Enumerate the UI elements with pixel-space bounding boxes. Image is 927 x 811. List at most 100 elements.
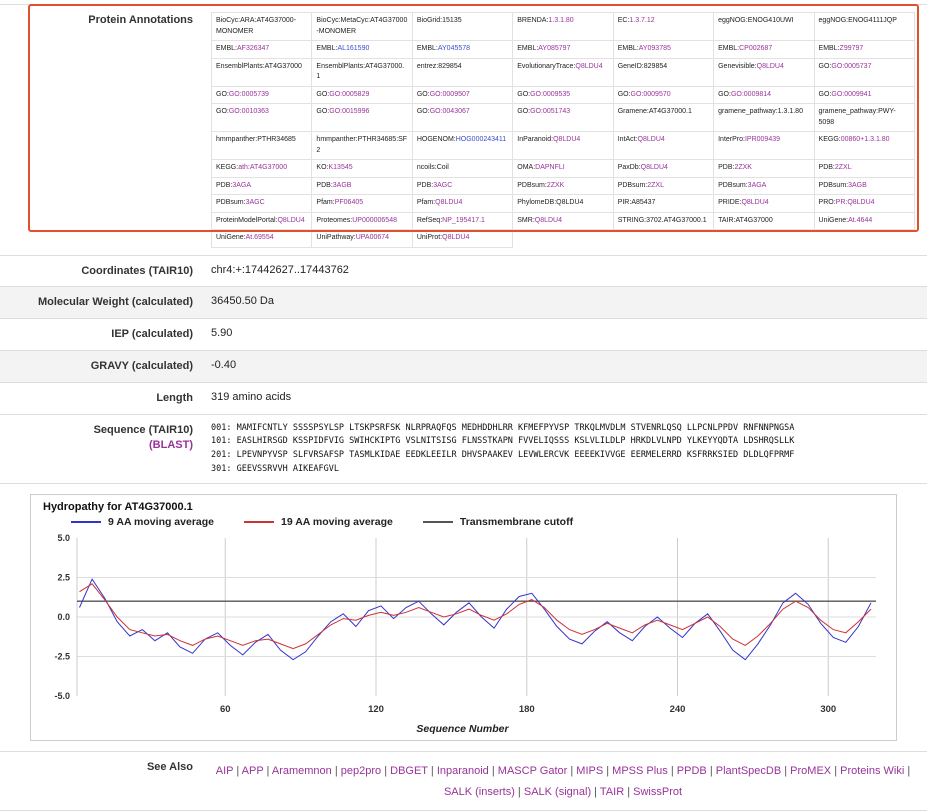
annotation-cell: PIR:A85437 <box>613 195 713 213</box>
annotation-row: BioCyc:ARA:AT4G37000-MONOMERBioCyc:MetaC… <box>212 13 915 41</box>
annotation-link[interactable]: 2ZXL <box>835 164 852 171</box>
annotation-link[interactable]: 3AGA <box>748 182 767 189</box>
annotation-cell: KEGG:ath:AT4G37000 <box>212 160 312 178</box>
annotation-link[interactable]: GO:0005739 <box>229 91 269 98</box>
annotation-link[interactable]: Q8LDU4 <box>641 164 668 171</box>
annotation-cell: BioGrid:15135 <box>412 13 512 41</box>
annotation-link[interactable]: Q8LDU4 <box>435 199 462 206</box>
see-also-link[interactable]: PlantSpecDB <box>716 765 781 777</box>
annotation-text: ENOG4111JQP <box>848 17 897 24</box>
annotation-link[interactable]: DAPNFLI <box>535 164 565 171</box>
legend-item-cutoff: Transmembrane cutoff <box>423 516 573 528</box>
annotation-link[interactable]: 3AGC <box>433 182 452 189</box>
annotation-link[interactable]: 00860+1.3.1.80 <box>841 136 890 143</box>
annotation-link[interactable]: 1.3.1.80 <box>548 17 573 24</box>
annotation-cell: EMBL:AY085797 <box>513 41 613 59</box>
annotation-link[interactable]: At.69554 <box>246 234 274 241</box>
annotation-db-name: KEGG: <box>819 136 841 143</box>
see-also-link[interactable]: SALK (inserts) <box>444 786 515 798</box>
annotation-link[interactable]: GO:0009941 <box>831 91 871 98</box>
see-also-link[interactable]: PPDB <box>677 765 707 777</box>
link-separator: | <box>263 765 271 777</box>
see-also-link[interactable]: TAIR <box>600 786 624 798</box>
annotation-link[interactable]: Z99797 <box>840 45 864 52</box>
see-also-link[interactable]: Inparanoid <box>437 765 489 777</box>
see-also-link[interactable]: MIPS <box>576 765 603 777</box>
annotation-link[interactable]: GO:0009814 <box>731 91 771 98</box>
annotation-link[interactable]: Q8LDU4 <box>277 217 304 224</box>
annotation-link[interactable]: CP002687 <box>739 45 772 52</box>
link-separator: | <box>668 765 677 777</box>
see-also-link[interactable]: ProMEX <box>790 765 831 777</box>
annotation-link[interactable]: 1.3.7.12 <box>629 17 654 24</box>
annotation-db-name: GO: <box>316 108 329 115</box>
annotation-link[interactable]: AF326347 <box>237 45 269 52</box>
annotation-link[interactable]: UP000006548 <box>352 217 397 224</box>
annotation-cell: UniGene:At.69554 <box>212 230 312 248</box>
y-tick-label: -2.5 <box>54 652 70 662</box>
see-also-link[interactable]: MASCP Gator <box>498 765 568 777</box>
annotation-link[interactable]: 3AGA <box>232 182 251 189</box>
annotation-link[interactable]: AY093785 <box>639 45 671 52</box>
annotation-link[interactable]: PF06405 <box>335 199 363 206</box>
annotation-link[interactable]: HOG000243411 <box>456 136 506 143</box>
annotation-db-name: STRING: <box>618 217 646 224</box>
annotation-link[interactable]: Q8LDU4 <box>757 63 784 70</box>
annotation-link[interactable]: PR:Q8LDU4 <box>836 199 875 206</box>
annotation-link[interactable]: At.4644 <box>848 217 872 224</box>
annotation-cell: GO:GO:0009570 <box>613 86 713 104</box>
annotation-link[interactable]: GO:0043067 <box>430 108 470 115</box>
annotation-link[interactable]: 3AGB <box>848 182 867 189</box>
annotation-link[interactable]: GO:0009507 <box>430 91 470 98</box>
annotation-link[interactable]: GO:0010363 <box>229 108 269 115</box>
protein-annotations-value: BioCyc:ARA:AT4G37000-MONOMERBioCyc:MetaC… <box>207 5 927 255</box>
see-also-link[interactable]: AIP <box>216 765 234 777</box>
annotation-cell: Genevisible:Q8LDU4 <box>714 58 814 86</box>
annotation-db-name: BRENDA: <box>517 17 548 24</box>
annotation-link[interactable]: Q8LDU4 <box>553 136 580 143</box>
blast-link[interactable]: (BLAST) <box>4 438 193 453</box>
annotation-link[interactable]: 3AGB <box>333 182 352 189</box>
annotation-link[interactable]: Q8LDU4 <box>535 217 562 224</box>
annotation-link[interactable]: GO:0005737 <box>831 63 871 70</box>
x-tick-label: 240 <box>670 704 686 715</box>
annotation-link[interactable]: 2ZXK <box>547 182 565 189</box>
annotation-link[interactable]: NP_195417.1 <box>442 217 485 224</box>
annotation-link[interactable]: GO:0005829 <box>329 91 369 98</box>
annotation-link[interactable]: Q8LDU4 <box>638 136 665 143</box>
annotation-cell: GO:GO:0043067 <box>412 104 512 132</box>
annotation-link[interactable]: Q8LDU4 <box>575 63 602 70</box>
annotation-link[interactable]: 2ZXL <box>647 182 664 189</box>
annotation-link[interactable]: GO:0015996 <box>329 108 369 115</box>
see-also-link[interactable]: DBGET <box>390 765 428 777</box>
see-also-link[interactable]: MPSS Plus <box>612 765 668 777</box>
annotation-row: GO:GO:0005739GO:GO:0005829GO:GO:0009507G… <box>212 86 915 104</box>
see-also-link[interactable]: pep2pro <box>341 765 381 777</box>
annotation-link[interactable]: 2ZXK <box>734 164 752 171</box>
molecular-weight-row: Molecular Weight (calculated) 36450.50 D… <box>0 286 927 318</box>
series-9aa-line <box>80 579 872 660</box>
annotation-link[interactable]: UPA00674 <box>356 234 389 241</box>
see-also-link[interactable]: SALK (signal) <box>524 786 591 798</box>
annotation-link[interactable]: 3AGC <box>246 199 265 206</box>
annotation-link[interactable]: Q8LDU4 <box>442 234 469 241</box>
annotation-link[interactable]: GO:0009535 <box>530 91 570 98</box>
see-also-link[interactable]: APP <box>242 765 264 777</box>
see-also-link[interactable]: Proteins Wiki <box>840 765 904 777</box>
annotation-link[interactable]: GO:0009570 <box>631 91 671 98</box>
annotation-link[interactable]: IPR009439 <box>745 136 780 143</box>
see-also-link[interactable]: SwissProt <box>633 786 682 798</box>
annotation-link[interactable]: AL161590 <box>337 45 369 52</box>
see-also-link[interactable]: Aramemnon <box>272 765 332 777</box>
annotation-link[interactable]: ath:AT4G37000 <box>238 164 287 171</box>
annotation-cell: IntAct:Q8LDU4 <box>613 132 713 160</box>
annotation-link[interactable]: GO:0051743 <box>530 108 570 115</box>
annotation-cell: gramene_pathway:PWY-5098 <box>814 104 914 132</box>
annotation-link[interactable]: AY045578 <box>438 45 470 52</box>
annotation-link[interactable]: Q8LDU4 <box>741 199 768 206</box>
annotation-link[interactable]: AY085797 <box>538 45 570 52</box>
iep-label: IEP (calculated) <box>0 319 207 350</box>
annotation-link[interactable]: K13545 <box>328 164 352 171</box>
link-separator: | <box>603 765 612 777</box>
annotation-cell: EnsemblPlants:AT4G37000 <box>212 58 312 86</box>
